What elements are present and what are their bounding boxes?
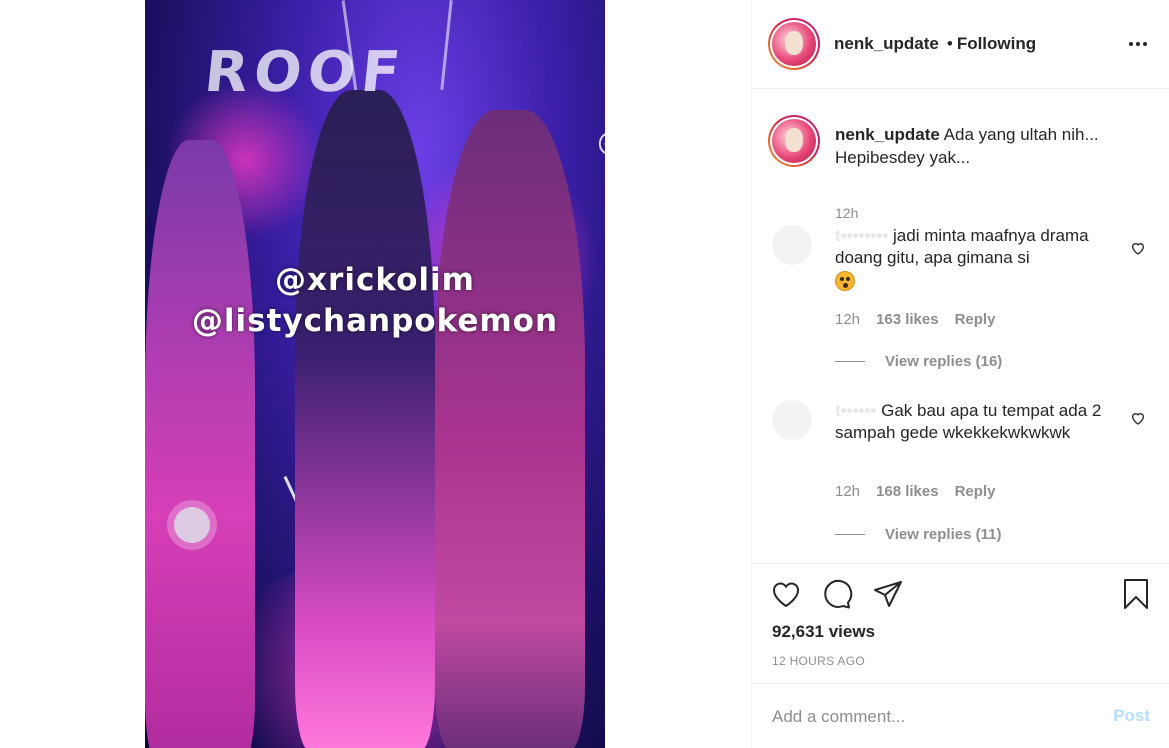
posted-time[interactable]: 12 HOURS AGO [772,654,865,668]
post-header: nenk_update • Following [752,0,1169,89]
separator-dot: • [946,34,953,53]
commenter-username[interactable]: t•••••••• [835,226,888,245]
astonished-face-emoji-icon [835,270,855,291]
video-control-dot[interactable] [167,500,217,550]
caption-username[interactable]: nenk_update [835,125,940,144]
following-button[interactable]: Following [957,34,1036,54]
more-options-icon[interactable] [1129,35,1149,53]
mention-sticker: @xrickolim [275,262,475,298]
person-silhouette [145,140,255,748]
video-control-knob [174,507,210,543]
profile-picture [772,22,816,66]
view-replies-button[interactable]: View replies (16) [835,353,1002,370]
watermark: @nenk_update [590,0,605,162]
save-bookmark-icon[interactable] [1120,578,1152,610]
comment-likes[interactable]: 168 likes [876,483,939,500]
replies-divider [835,361,865,362]
mention-sticker: @listychanpokemon [191,303,559,339]
post-username[interactable]: nenk_update [834,34,939,54]
video-player[interactable]: ROOF @xrickolim @listychanpokemon @nenk_… [145,0,605,748]
like-comment-heart-icon[interactable] [1130,240,1146,256]
reply-button[interactable]: Reply [955,311,996,328]
view-replies-button[interactable]: View replies (11) [835,526,1001,543]
avatar[interactable] [768,18,820,70]
caption-time[interactable]: 12h [835,205,858,221]
caption-body: nenk_update Ada yang ultah nih... Hepibe… [835,123,1135,169]
commenter-username[interactable]: t•••••• [835,401,876,420]
post-comment-button[interactable]: Post [1113,706,1150,726]
caption-avatar[interactable] [768,115,820,167]
share-paper-plane-icon[interactable] [872,578,904,610]
view-replies-label: View replies (11) [885,526,1002,543]
person-silhouette [295,90,435,748]
comment-time[interactable]: 12h [835,311,860,328]
comment-input[interactable] [772,702,1092,732]
light-beam [440,0,453,90]
view-count[interactable]: 92,631 views [772,622,875,642]
comment-bubble-icon[interactable] [821,578,853,610]
comment-body: t•••••••• jadi minta maafnya drama doang… [835,225,1115,291]
comment-composer: Post [752,683,1169,748]
commenter-avatar[interactable] [772,225,812,265]
comment-meta: 12h 163 likes Reply [835,311,995,328]
like-comment-heart-icon[interactable] [1130,410,1146,426]
comments-section[interactable]: nenk_update Ada yang ultah nih... Hepibe… [752,90,1169,563]
comment-body: t•••••• Gak bau apa tu tempat ada 2 samp… [835,400,1115,444]
reply-button[interactable]: Reply [955,483,996,500]
action-buttons [770,578,904,610]
profile-picture [772,119,816,163]
comment-meta: 12h 168 likes Reply [835,483,995,500]
neon-sign: ROOF [201,40,410,105]
commenter-avatar[interactable] [772,400,812,440]
post-actions: 92,631 views 12 HOURS AGO [752,563,1169,683]
view-replies-label: View replies (16) [885,353,1003,370]
comment-time[interactable]: 12h [835,483,860,500]
replies-divider [835,534,865,535]
post-side-panel: nenk_update • Following nenk_update Ada … [751,0,1169,748]
like-heart-icon[interactable] [770,578,802,610]
person-silhouette [435,110,585,748]
comment-likes[interactable]: 163 likes [876,311,939,328]
media-pane: ROOF @xrickolim @listychanpokemon @nenk_… [0,0,751,748]
